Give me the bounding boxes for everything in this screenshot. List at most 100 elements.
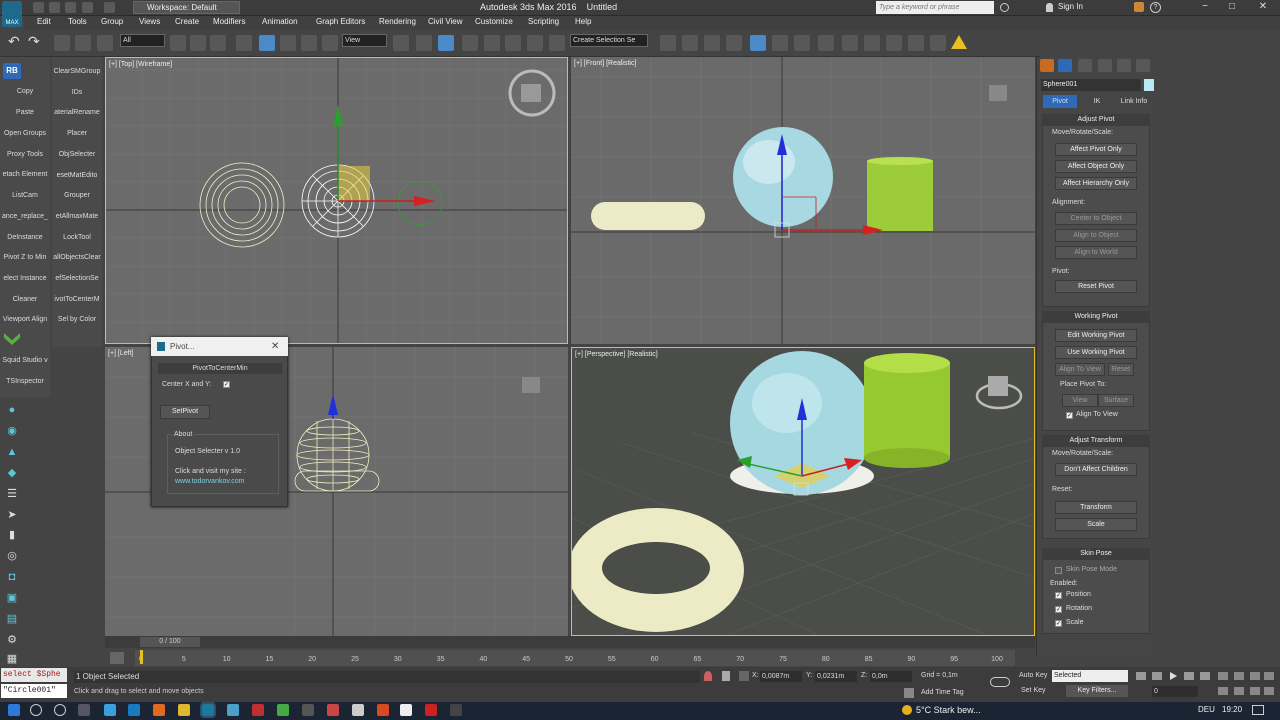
viewport-left-label[interactable]: [+] [Left] — [108, 350, 134, 357]
dont-affect-children-button[interactable]: Don't Affect Children — [1055, 463, 1137, 476]
tab-ik[interactable]: IK — [1080, 95, 1114, 108]
loop-icon[interactable]: ◎ — [5, 549, 19, 563]
app-icon[interactable]: MAX — [2, 1, 22, 27]
rect-selection-icon[interactable] — [210, 35, 226, 51]
y-coord-field[interactable]: 0,0231m — [815, 671, 857, 682]
menu-modifiers[interactable]: Modifiers — [213, 17, 245, 26]
script-button-left[interactable]: ListCam — [0, 186, 50, 206]
select-scale-icon[interactable] — [301, 35, 317, 51]
start-icon[interactable] — [8, 704, 20, 716]
search-icon[interactable] — [1000, 3, 1009, 12]
select-object-icon[interactable] — [170, 35, 186, 51]
script-button-left[interactable]: elect Instance — [0, 269, 50, 289]
center-xy-checkbox[interactable]: ✓ — [223, 381, 230, 388]
menu-group[interactable]: Group — [101, 17, 123, 26]
app-task-icon-3[interactable] — [327, 704, 339, 716]
center-to-object-button[interactable]: Center to Object — [1055, 212, 1137, 225]
fov-icon[interactable] — [1218, 687, 1228, 695]
zoom-all-icon[interactable] — [1234, 672, 1244, 680]
rb-script-icon[interactable]: RB — [3, 63, 21, 79]
script-button-left[interactable]: Viewport Align — [0, 310, 50, 330]
schematic-view-icon[interactable] — [794, 35, 810, 51]
affect-hierarchy-only-button[interactable]: Affect Hierarchy Only — [1055, 177, 1137, 190]
maxscript-listener-output[interactable]: "Circle001" — [1, 684, 67, 698]
save-file-icon[interactable] — [65, 2, 76, 13]
rendered-frame-icon[interactable] — [864, 35, 880, 51]
app-task-icon-7[interactable] — [425, 704, 437, 716]
selection-filter-dropdown[interactable]: All — [120, 34, 165, 47]
3dsmax-task-icon[interactable] — [200, 702, 216, 718]
undo-arrow-icon[interactable]: ↶ — [8, 34, 24, 49]
reset-scale-button[interactable]: Scale — [1055, 518, 1137, 531]
menu-edit[interactable]: Edit — [37, 17, 51, 26]
add-time-tag[interactable]: Add Time Tag — [921, 689, 964, 696]
ref-coord-dropdown[interactable]: View — [342, 34, 387, 47]
app-task-icon-2[interactable] — [302, 704, 314, 716]
time-slider[interactable] — [105, 636, 1035, 648]
undo-icon[interactable] — [82, 2, 93, 13]
position-checkbox[interactable]: ✓ — [1055, 592, 1062, 599]
use-working-pivot-button[interactable]: Use Working Pivot — [1055, 346, 1137, 359]
warning-icon[interactable] — [951, 35, 967, 49]
affect-object-only-button[interactable]: Affect Object Only — [1055, 160, 1137, 173]
maximize-viewport-icon[interactable] — [1264, 687, 1274, 695]
zoom-extents-icon[interactable] — [1250, 672, 1260, 680]
skin-pose-header[interactable]: Skin Pose — [1042, 548, 1150, 560]
current-frame-field[interactable]: 0 — [1152, 686, 1198, 697]
menu-views[interactable]: Views — [139, 17, 160, 26]
app-task-icon-1[interactable] — [252, 704, 264, 716]
script-button-left[interactable]: Copy — [0, 82, 50, 102]
script-button-left[interactable]: Open Groups — [0, 124, 50, 144]
select-by-name-icon[interactable] — [190, 35, 206, 51]
tab-link-info[interactable]: Link Info — [1116, 95, 1152, 108]
reset-working-pivot-button[interactable]: Reset — [1108, 363, 1134, 376]
tab-pivot[interactable]: Pivot — [1043, 95, 1077, 108]
pan-icon[interactable] — [1234, 687, 1244, 695]
time-tag-icon[interactable] — [904, 688, 914, 698]
script-button-right[interactable]: ClearSMGroup — [52, 62, 102, 82]
set-key-button[interactable]: Set Key — [1021, 687, 1046, 694]
play-icon[interactable] — [1170, 672, 1177, 680]
key-filters-button[interactable]: Key Filters... — [1066, 685, 1128, 697]
scene-icon[interactable]: ▣ — [5, 591, 19, 605]
menu-tools[interactable]: Tools — [68, 17, 87, 26]
script-button-right[interactable]: allObjectsClear — [52, 248, 102, 268]
create-tab-icon[interactable] — [1040, 59, 1054, 72]
snaps-toggle-icon[interactable] — [462, 35, 478, 51]
script-button-left[interactable]: Pivot Z to Min — [0, 248, 50, 268]
script-button-right[interactable]: Placer — [52, 124, 102, 144]
close-window-button[interactable]: ✕ — [1250, 1, 1276, 14]
zoom-icon[interactable] — [1218, 672, 1228, 680]
render-cloud-icon[interactable] — [930, 35, 946, 51]
menu-help[interactable]: Help — [575, 17, 591, 26]
reset-transform-button[interactable]: Transform — [1055, 501, 1137, 514]
explorer-icon[interactable] — [178, 704, 190, 716]
dialog-close-icon[interactable]: ✕ — [271, 337, 279, 356]
select-manipulate-icon[interactable] — [416, 35, 432, 51]
unlink-icon[interactable] — [75, 35, 91, 51]
menu-animation[interactable]: Animation — [262, 17, 298, 26]
dialog-title-bar[interactable]: Pivot... ✕ — [151, 337, 288, 356]
script-button-left[interactable]: ance_replace_ — [0, 207, 50, 227]
chrome-icon[interactable] — [277, 704, 289, 716]
cursor-icon[interactable]: ➤ — [5, 508, 19, 522]
window-crossing-icon[interactable] — [236, 35, 252, 51]
script-button-left[interactable]: DeInstance — [0, 228, 50, 248]
adjust-transform-header[interactable]: Adjust Transform — [1042, 435, 1150, 447]
align-icon[interactable] — [682, 35, 698, 51]
script-button-left[interactable]: Paste — [0, 103, 50, 123]
brush-icon[interactable]: ▮ — [5, 528, 19, 542]
angle-snap-icon[interactable] — [484, 35, 500, 51]
script-button-left[interactable]: etach Element — [0, 165, 50, 185]
menu-graph-editors[interactable]: Graph Editors — [316, 17, 365, 26]
firefox-icon[interactable] — [153, 704, 165, 716]
utilities-tab-icon[interactable] — [1136, 59, 1150, 72]
orbit-icon[interactable] — [1250, 687, 1260, 695]
site-link[interactable]: www.todorvankov.com — [175, 478, 245, 485]
pivot-center-icon[interactable] — [393, 35, 409, 51]
exchange-icon[interactable] — [1134, 2, 1144, 12]
goto-start-icon[interactable] — [1136, 672, 1146, 680]
select-rotate-icon[interactable] — [280, 35, 296, 51]
app-task-icon-5[interactable] — [377, 704, 389, 716]
script-button-left[interactable]: Cleaner — [0, 290, 50, 310]
